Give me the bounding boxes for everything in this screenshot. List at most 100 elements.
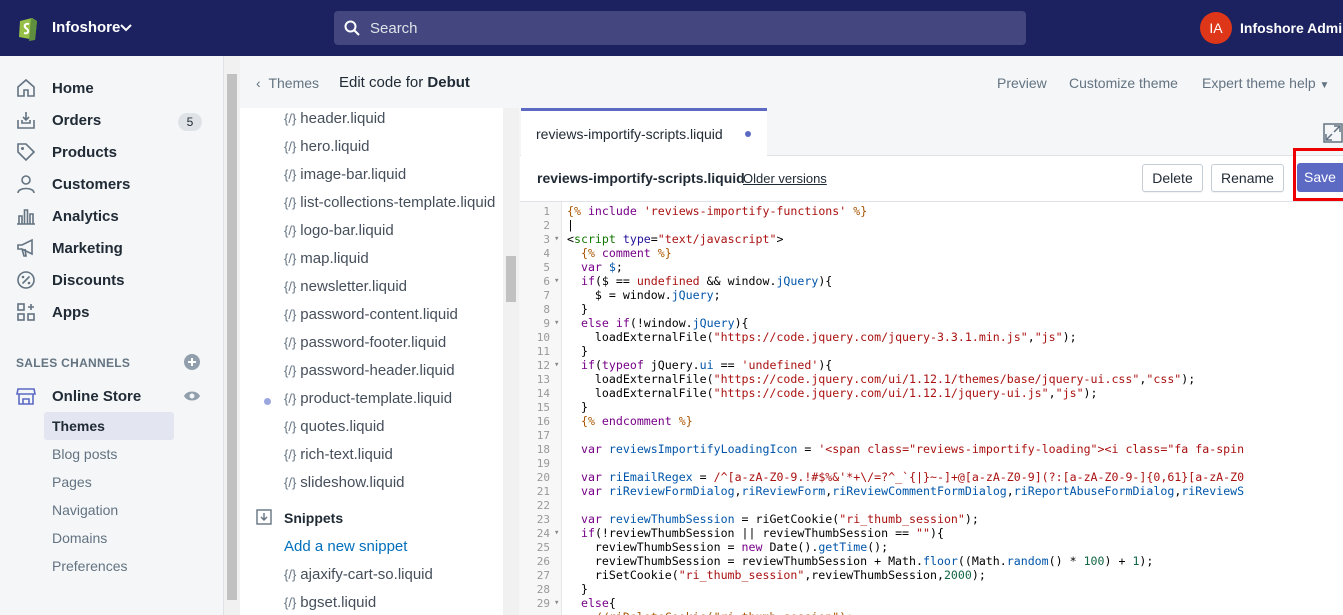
sidebar-item-home[interactable]: Home xyxy=(0,72,224,104)
add-snippet-link[interactable]: Add a new snippet xyxy=(284,538,407,555)
code-line: riSetCookie("ri_thumb_session",reviewThu… xyxy=(567,568,986,582)
caret-down-icon: ▼ xyxy=(1319,80,1330,91)
file-label: image-bar.liquid xyxy=(300,166,407,183)
file-item[interactable]: {/} rich-text.liquid xyxy=(284,446,393,463)
file-item[interactable]: {/} header.liquid xyxy=(284,110,385,127)
line-number: 13 xyxy=(536,373,550,386)
file-item[interactable]: {/} password-header.liquid xyxy=(284,362,455,379)
fullscreen-icon[interactable] xyxy=(1323,123,1343,143)
file-label: rich-text.liquid xyxy=(300,446,393,463)
subnav-blog-posts[interactable]: Blog posts xyxy=(44,440,174,468)
file-item[interactable]: {/} newsletter.liquid xyxy=(284,278,407,295)
store-name[interactable]: Infoshore xyxy=(52,19,120,36)
code-line: var riEmailRegex = /^[a-zA-Z0-9.!#$%&'*+… xyxy=(580,470,1245,484)
subnav-preferences[interactable]: Preferences xyxy=(44,552,174,580)
liquid-file-icon: {/} xyxy=(284,391,297,406)
file-item[interactable]: {/} image-bar.liquid xyxy=(284,166,406,183)
file-item[interactable]: {/} hero.liquid xyxy=(284,138,370,155)
search-input[interactable] xyxy=(370,11,1010,45)
code-line: var $; xyxy=(580,260,623,274)
delete-button[interactable]: Delete xyxy=(1142,164,1203,192)
sidebar-item-label: Customers xyxy=(52,176,131,193)
scrollbar-thumb[interactable] xyxy=(227,74,237,600)
unsaved-dot-icon xyxy=(264,398,271,405)
sidebar-scrollbar[interactable] xyxy=(224,56,240,615)
code-line: reviewThumbSession = reviewThumbSession … xyxy=(567,554,1154,568)
sidebar-item-customers[interactable]: Customers xyxy=(0,168,224,200)
file-item[interactable]: {/} password-footer.liquid xyxy=(284,334,446,351)
expert-help-link[interactable]: Expert theme help ▼ xyxy=(1202,75,1329,91)
line-number: 12 xyxy=(536,359,550,372)
older-versions-link[interactable]: Older versions xyxy=(743,171,827,186)
search-icon xyxy=(344,20,360,36)
code-line: loadExternalFile("https://code.jquery.co… xyxy=(567,372,1196,386)
fold-arrow-icon[interactable]: ▾ xyxy=(554,276,559,286)
eye-icon[interactable] xyxy=(184,390,200,402)
chevron-down-icon[interactable] xyxy=(119,20,133,34)
unsaved-dot-icon[interactable] xyxy=(745,131,751,137)
liquid-file-icon: {/} xyxy=(284,251,297,266)
file-item[interactable]: {/} bgset.liquid xyxy=(284,594,376,611)
sidebar-item-online-store[interactable]: Online Store xyxy=(0,380,224,412)
user-name[interactable]: Infoshore Admin xyxy=(1240,20,1343,36)
chevron-left-icon: ‹ xyxy=(256,75,269,91)
sidebar-item-analytics[interactable]: Analytics xyxy=(0,200,224,232)
subnav-pages[interactable]: Pages xyxy=(44,468,174,496)
avatar[interactable]: IA xyxy=(1200,12,1232,44)
fold-arrow-icon[interactable]: ▾ xyxy=(554,360,559,370)
rename-button[interactable]: Rename xyxy=(1211,164,1284,192)
add-circle-icon[interactable] xyxy=(184,354,200,370)
fold-arrow-icon[interactable]: ▾ xyxy=(554,318,559,328)
sidebar-item-apps[interactable]: Apps xyxy=(0,296,224,328)
code-line: loadExternalFile("https://code.jquery.co… xyxy=(567,386,1098,400)
subnav-label: Pages xyxy=(52,474,92,490)
shopify-logo-icon[interactable] xyxy=(14,14,42,42)
sidebar-item-discounts[interactable]: Discounts xyxy=(0,264,224,296)
editor-tab[interactable]: reviews-importify-scripts.liquid xyxy=(521,108,767,156)
line-number: 28 xyxy=(536,583,550,596)
line-number: 22 xyxy=(536,499,550,512)
file-item[interactable]: {/} product-template.liquid xyxy=(284,390,452,407)
file-item[interactable]: {/} list-collections-template.liquid xyxy=(284,194,495,211)
code-line: else if(!window.jQuery){ xyxy=(580,316,749,330)
file-item[interactable]: {/} slideshow.liquid xyxy=(284,474,405,491)
code-line: } xyxy=(567,302,588,316)
line-number: 4 xyxy=(543,247,550,260)
sidebar-item-products[interactable]: Products xyxy=(0,136,224,168)
customize-theme-link[interactable]: Customize theme xyxy=(1069,75,1178,91)
file-item[interactable]: {/} password-content.liquid xyxy=(284,306,458,323)
subnav-themes[interactable]: Themes xyxy=(44,412,174,440)
editor-filename: reviews-importify-scripts.liquid xyxy=(537,170,745,186)
person-icon xyxy=(17,175,35,194)
fold-arrow-icon[interactable]: ▾ xyxy=(554,234,559,244)
subnav-navigation[interactable]: Navigation xyxy=(44,496,174,524)
code-line: var reviewThumbSession = riGetCookie("ri… xyxy=(580,512,979,526)
file-item[interactable]: {/} logo-bar.liquid xyxy=(284,222,394,239)
title-prefix: Edit code for xyxy=(339,74,428,91)
sales-channels-heading: SALES CHANNELS xyxy=(16,356,131,370)
file-list-scrollbar[interactable] xyxy=(503,108,519,615)
liquid-file-icon: {/} xyxy=(284,111,297,126)
code-line: if(typeof jQuery.ui == 'undefined'){ xyxy=(580,358,833,372)
line-number: 27 xyxy=(536,569,550,582)
code-line: var riReviewFormDialog,riReviewForm,riRe… xyxy=(580,484,1245,498)
orders-icon xyxy=(17,112,35,129)
file-item[interactable]: {/} map.liquid xyxy=(284,250,369,267)
sidebar-item-marketing[interactable]: Marketing xyxy=(0,232,224,264)
preview-link[interactable]: Preview xyxy=(997,75,1047,91)
code-area[interactable]: 1 2 3 ▾ 4 5 6 ▾ 7 8 9 ▾ 10 11 12 ▾ 13 14 15 16 17 18 19 20 21 22 2… xyxy=(520,201,1343,615)
liquid-file-icon: {/} xyxy=(284,595,297,610)
scrollbar-thumb[interactable] xyxy=(506,256,516,302)
sidebar-item-orders[interactable]: Orders 5 xyxy=(0,104,224,136)
code-line: if($ == undefined && window.jQuery){ xyxy=(580,274,833,288)
subnav-domains[interactable]: Domains xyxy=(44,524,174,552)
file-item[interactable]: {/} quotes.liquid xyxy=(284,418,385,435)
liquid-file-icon: {/} xyxy=(284,447,297,462)
file-item[interactable]: {/} ajaxify-cart-so.liquid xyxy=(284,566,433,583)
file-label: list-collections-template.liquid xyxy=(300,194,496,211)
liquid-file-icon: {/} xyxy=(284,307,297,322)
search-bar[interactable] xyxy=(334,11,1026,45)
back-to-themes-link[interactable]: ‹ Themes xyxy=(256,75,319,91)
fold-arrow-icon[interactable]: ▾ xyxy=(554,528,559,538)
fold-arrow-icon[interactable]: ▾ xyxy=(554,598,559,608)
